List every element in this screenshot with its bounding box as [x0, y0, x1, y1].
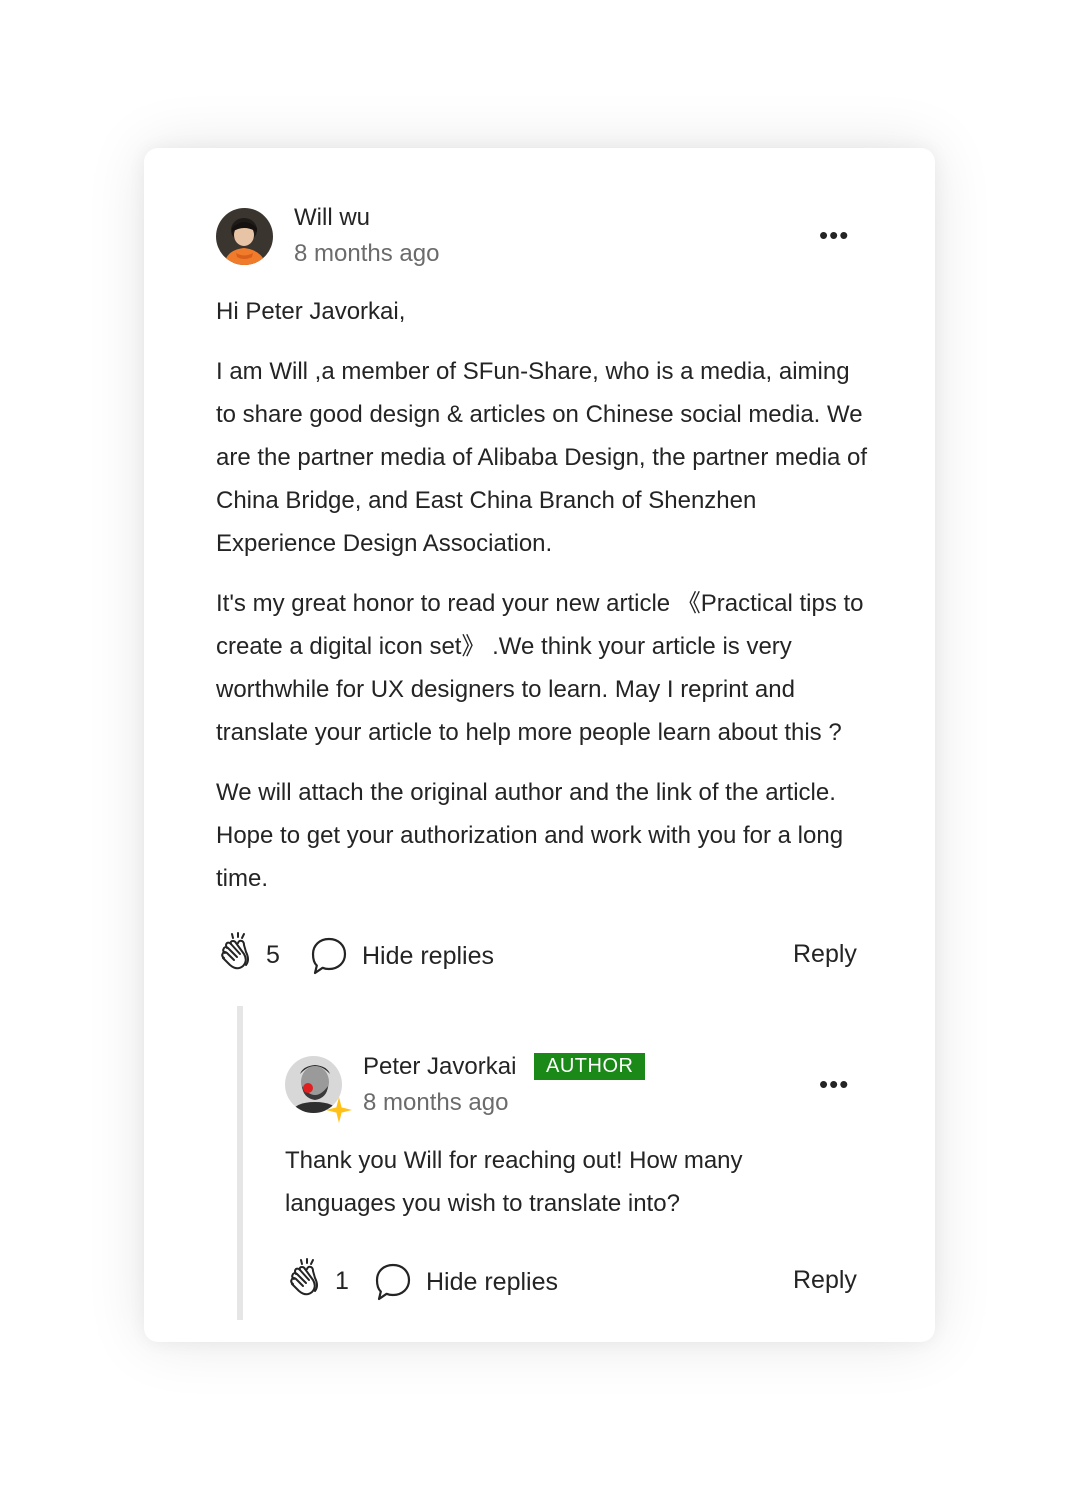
more-icon[interactable]: ••• [819, 222, 849, 248]
comment-timestamp[interactable]: 8 months ago [294, 240, 439, 268]
reply-button[interactable]: Reply [793, 1266, 857, 1295]
clap-count: 5 [266, 941, 280, 969]
hide-replies-link[interactable]: Hide replies [426, 1268, 558, 1297]
star-icon [325, 1096, 353, 1124]
thread-line [237, 1006, 243, 1320]
will-wu-avatar[interactable] [216, 208, 273, 265]
reply-timestamp[interactable]: 8 months ago [363, 1089, 508, 1117]
speech-bubble-icon[interactable] [373, 1262, 413, 1302]
comment-paragraph: We will attach the original author and t… [216, 779, 844, 892]
comment-card: Will wu 8 months ago ••• Hi Peter Javork… [144, 148, 935, 1342]
comment-paragraph: I am Will ,a member of SFun-Share, who i… [216, 358, 868, 557]
author-badge: AUTHOR [534, 1053, 646, 1080]
hide-replies-link[interactable]: Hide replies [362, 942, 494, 971]
speech-bubble-icon[interactable] [309, 936, 349, 976]
comment-paragraph: It's my great honor to read your new art… [216, 590, 864, 746]
peter-javorkai-avatar[interactable] [285, 1056, 355, 1126]
clap-icon[interactable] [287, 1258, 325, 1298]
reply-author-name[interactable]: Peter Javorkai [363, 1053, 516, 1081]
clap-icon[interactable] [218, 932, 256, 972]
more-icon[interactable]: ••• [819, 1071, 849, 1097]
comment-body: Hi Peter Javorkai, I am Will ,a member o… [216, 290, 876, 900]
reply-button[interactable]: Reply [793, 940, 857, 969]
comment-greeting: Hi Peter Javorkai, [216, 298, 406, 325]
clap-count: 1 [335, 1267, 349, 1295]
reply-body: Thank you Will for reaching out! How man… [285, 1147, 743, 1217]
comment-author-name[interactable]: Will wu [294, 204, 370, 232]
